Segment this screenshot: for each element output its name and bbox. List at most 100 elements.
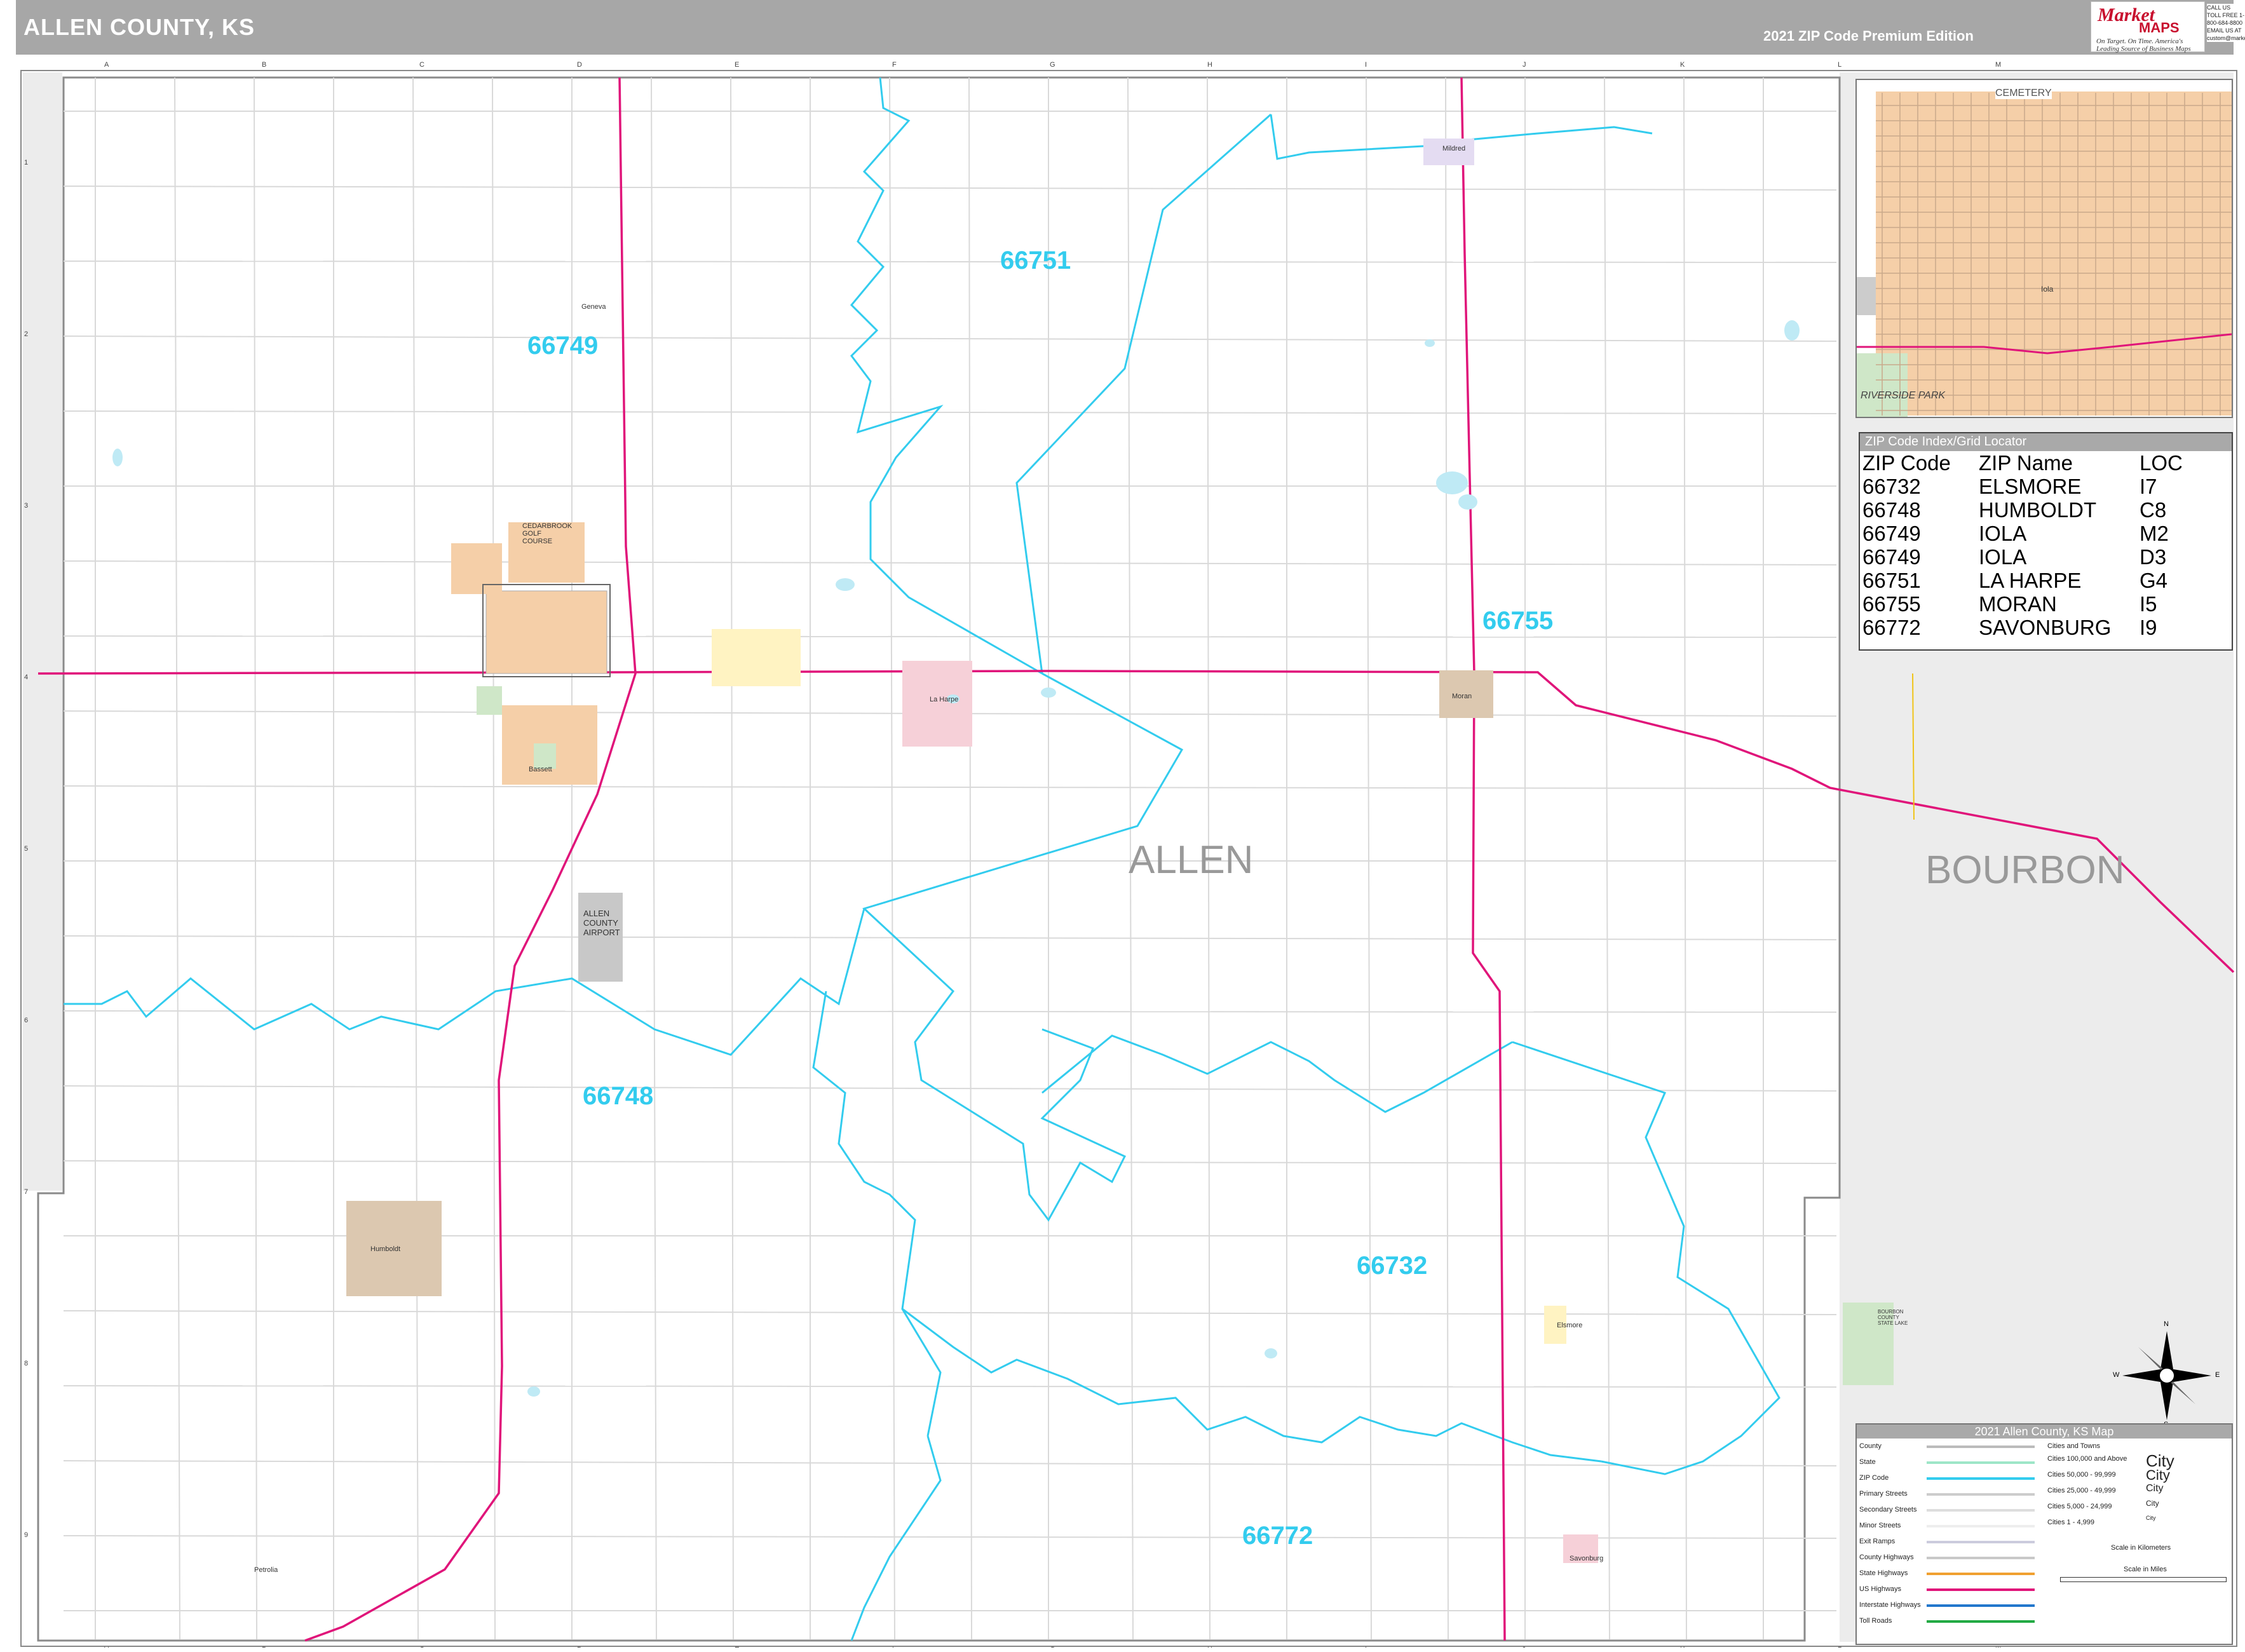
legend-item-label: Minor Streets [1859, 1522, 1901, 1529]
inset-city-label: Iola [2041, 285, 2054, 294]
zip-index-cell: M2 [2140, 522, 2169, 545]
grid-row-label: 7 [24, 1188, 29, 1196]
zip-index-row[interactable]: 66749 IOLA D3 [1862, 545, 2188, 569]
zip-index-row[interactable]: 66749 IOLA M2 [1862, 522, 2188, 545]
zip-index-cell: 66749 [1862, 545, 1921, 569]
legend-line-swatch [1927, 1509, 2035, 1512]
place-laharpe: La Harpe [930, 696, 959, 703]
place-savonburg: Savonburg [1570, 1555, 1604, 1562]
legend-item-label: County [1859, 1442, 1882, 1450]
grid-row-label: 4 [24, 674, 29, 681]
legend-city-class: Cities 1 - 4,999 [2047, 1519, 2094, 1526]
zip-index-cell: 66749 [1862, 522, 1921, 545]
allen-county-shape [37, 76, 1841, 1642]
zip-label-66755[interactable]: 66755 [1482, 607, 1553, 635]
zip-index-cell: I5 [2140, 592, 2157, 616]
legend-cities-header: Cities and Towns [2047, 1442, 2100, 1450]
legend-scale-km: Scale in Kilometers [2111, 1544, 2171, 1552]
legend-line-swatch [1927, 1525, 2035, 1527]
place-geneva: Geneva [581, 303, 606, 311]
place-bassett: Bassett [529, 766, 552, 773]
zip-index-row[interactable]: 66755 MORAN I5 [1862, 592, 2188, 616]
legend-line-swatch [1927, 1604, 2035, 1607]
zip-index-title: ZIP Code Index/Grid Locator [1860, 433, 2232, 451]
zip-index-cell: D3 [2140, 545, 2167, 569]
legend-city-class: Cities 50,000 - 99,999 [2047, 1471, 2116, 1479]
legend-item-label: ZIP Code [1859, 1474, 1889, 1482]
zip-index-table: ZIP Code ZIP Name LOC 66732 ELSMORE I7 6674… [1862, 451, 2188, 639]
legend-item-label: County Highways [1859, 1554, 1914, 1561]
legend-line-swatch [1927, 1541, 2035, 1543]
zip-index-cell: 66772 [1862, 616, 1921, 639]
place-cedarbrook: CEDARBROOK GOLF COURSE [522, 522, 573, 545]
place-airport: ALLEN COUNTY AIRPORT [583, 909, 620, 937]
legend-city-class: Cities 25,000 - 49,999 [2047, 1487, 2116, 1494]
place-mildred: Mildred [1442, 145, 1466, 152]
zip-label-66748[interactable]: 66748 [583, 1082, 653, 1111]
zip-index-cell: IOLA [1979, 522, 2027, 545]
zip-index-row[interactable]: 66732 ELSMORE I7 [1862, 475, 2188, 498]
place-humboldt: Humboldt [370, 1245, 401, 1253]
compass-e: E [2215, 1371, 2220, 1379]
gas-city-area[interactable] [712, 629, 801, 686]
zip-index-cell: C8 [2140, 498, 2167, 522]
iola-inset-map[interactable]: CEMETERY Iola RIVERSIDE PARK [1855, 79, 2233, 418]
legend-line-swatch [1927, 1461, 2035, 1464]
place-petrolia: Petrolia [254, 1566, 278, 1574]
county-label-bourbon: BOURBON [1925, 848, 2125, 892]
airport-area[interactable] [578, 893, 623, 982]
legend-item-label: Secondary Streets [1859, 1506, 1917, 1513]
grid-row-label: 6 [24, 1017, 29, 1024]
zip-index-cell: IOLA [1979, 545, 2027, 569]
grid-row-label: 5 [24, 845, 29, 853]
grid-row-label: 1 [24, 159, 29, 166]
legend-item-label: Toll Roads [1859, 1617, 1892, 1625]
zip-label-66772[interactable]: 66772 [1242, 1522, 1313, 1550]
legend-line-swatch [1927, 1446, 2035, 1448]
zip-index-cell: SAVONBURG [1979, 616, 2112, 639]
zip-index-header: ZIP Name [1979, 451, 2073, 475]
zip-index-cell: I7 [2140, 475, 2157, 498]
grid-row-label: 8 [24, 1360, 29, 1367]
compass-rose: N S W E [2113, 1320, 2220, 1428]
map-legend: 2021 Allen County, KS Map County State ZIP… [1855, 1423, 2233, 1645]
zip-index-cell: I9 [2140, 616, 2157, 639]
zip-label-66751[interactable]: 66751 [1000, 247, 1071, 275]
legend-city-sample: City [2146, 1483, 2164, 1494]
county-label-allen: ALLEN [1129, 838, 1254, 882]
legend-scale-mi: Scale in Miles [2124, 1566, 2167, 1573]
compass-w: W [2113, 1371, 2120, 1379]
legend-item-label: US Highways [1859, 1585, 1902, 1593]
place-moran: Moran [1452, 693, 1472, 700]
zip-index-header: ZIP Code [1862, 451, 1951, 475]
zip-label-66732[interactable]: 66732 [1357, 1252, 1427, 1280]
zip-index-cell: 66732 [1862, 475, 1921, 498]
compass-n: N [2164, 1320, 2169, 1328]
legend-item-label: Exit Ramps [1859, 1538, 1896, 1545]
legend-line-swatch [1927, 1588, 2035, 1591]
grid-row-label: 2 [24, 330, 29, 338]
legend-scale-bar [2060, 1577, 2227, 1582]
zip-index-row[interactable]: 66772 SAVONBURG I9 [1862, 616, 2188, 639]
inset-cemetery-label: CEMETERY [1995, 88, 2052, 99]
zip-label-66749[interactable]: 66749 [527, 332, 598, 360]
zip-index-cell: HUMBOLDT [1979, 498, 2097, 522]
grid-row-label: 9 [24, 1531, 29, 1539]
zip-index-cell: ELSMORE [1979, 475, 2082, 498]
zip-index-cell: 66748 [1862, 498, 1921, 522]
legend-city-class: Cities 100,000 and Above [2047, 1455, 2127, 1463]
zip-index-cell: 66751 [1862, 569, 1921, 592]
county-road-east [1912, 673, 1915, 820]
legend-line-swatch [1927, 1557, 2035, 1559]
legend-line-swatch [1927, 1493, 2035, 1496]
legend-line-swatch [1927, 1477, 2035, 1480]
zip-index-cell: 66755 [1862, 592, 1921, 616]
zip-index-row[interactable]: 66751 LA HARPE G4 [1862, 569, 2188, 592]
legend-line-swatch [1927, 1573, 2035, 1575]
zip-index-cell: G4 [2140, 569, 2168, 592]
legend-item-label: State Highways [1859, 1569, 1908, 1577]
grid-row-label: 3 [24, 502, 29, 510]
place-bourbon-lake: BOURBON COUNTY STATE LAKE [1878, 1309, 1908, 1326]
zip-index-row[interactable]: 66748 HUMBOLDT C8 [1862, 498, 2188, 522]
laharpe-area[interactable] [902, 661, 972, 747]
